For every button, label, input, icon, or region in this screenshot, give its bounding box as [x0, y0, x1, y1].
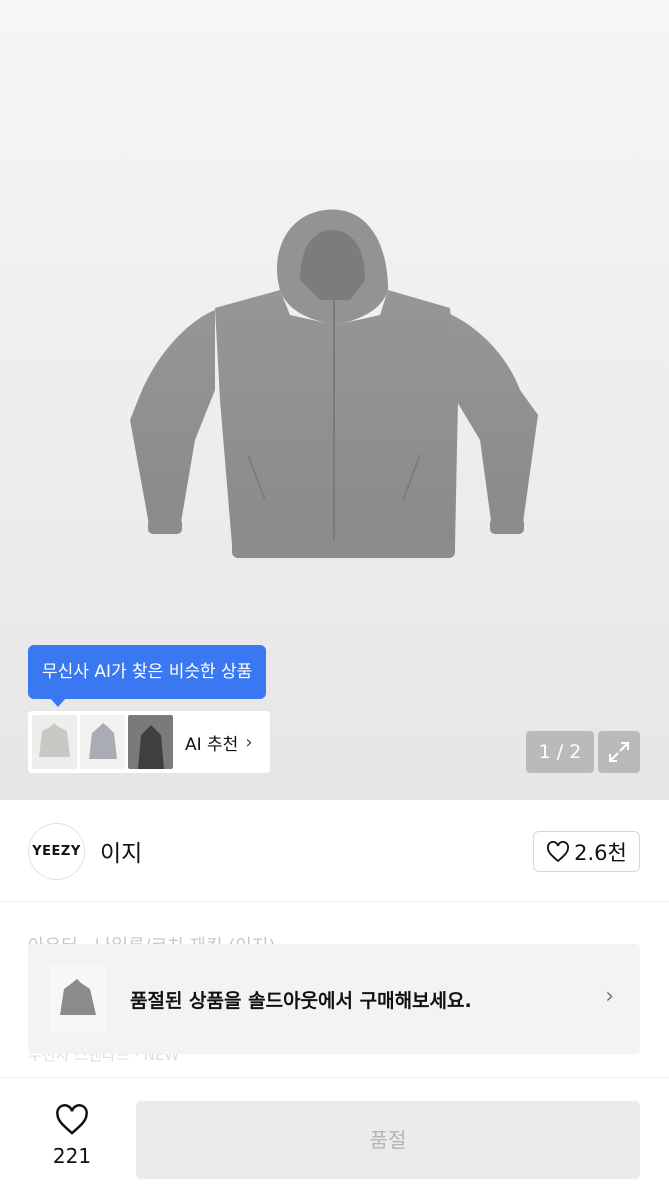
- image-page-indicator: 1 / 2: [526, 731, 594, 773]
- chevron-right-icon: ›: [245, 731, 253, 753]
- product-gallery[interactable]: 무신사 AI가 찾은 비슷한 상품 AI 추천 › 1 / 2: [0, 0, 669, 800]
- brand-like-button[interactable]: 2.6천: [533, 831, 640, 872]
- soldout-banner[interactable]: 품절된 상품을 솔드아웃에서 구매해보세요. ›: [28, 944, 640, 1054]
- recommendation-thumb[interactable]: [32, 715, 77, 769]
- product-image: [130, 209, 538, 558]
- brand-logo[interactable]: YEEZY: [28, 823, 85, 880]
- chevron-right-icon: ›: [605, 984, 614, 1009]
- ai-reco-label: AI 추천: [185, 734, 239, 755]
- wishlist-count: 221: [52, 1144, 92, 1168]
- recommendation-thumb[interactable]: [128, 715, 173, 769]
- expand-icon: [609, 742, 629, 762]
- brand-row: YEEZY 이지 2.6천: [0, 800, 669, 902]
- wishlist-button[interactable]: 221: [40, 1104, 104, 1168]
- expand-button[interactable]: [598, 731, 640, 773]
- heart-icon: [547, 840, 570, 862]
- soldout-buy-button[interactable]: 품절: [136, 1101, 640, 1179]
- ai-similar-tooltip[interactable]: 무신사 AI가 찾은 비슷한 상품: [28, 645, 267, 707]
- soldout-banner-text: 품절된 상품을 솔드아웃에서 구매해보세요.: [130, 989, 472, 1012]
- bottom-action-bar: 221 품절: [0, 1077, 669, 1200]
- brand-like-count: 2.6천: [574, 840, 627, 865]
- brand-name[interactable]: 이지: [100, 834, 142, 868]
- heart-icon: [56, 1104, 88, 1135]
- recommendation-thumb[interactable]: [80, 715, 125, 769]
- soldout-product-thumb: [50, 965, 106, 1033]
- ai-recommendation-strip[interactable]: AI 추천 ›: [28, 711, 270, 773]
